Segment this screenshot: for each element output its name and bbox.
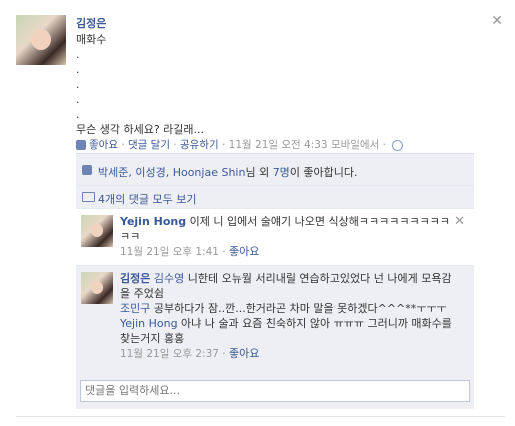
likes-suffix-end: 이 좋아합니다. — [289, 166, 358, 179]
post-author[interactable]: 김정은 — [76, 15, 106, 31]
comment-text: 김정은 김수영 니한테 오뉴월 서리내릴 연습하고있었다 넌 나에게 모욕감을 … — [120, 272, 452, 360]
comment-like-link[interactable]: 좋아요 — [229, 245, 259, 258]
post-line: . — [76, 63, 80, 76]
comment-body: 공부하다가 잠..깐...한거라곤 차마 말을 못하겠다^^^**ㅜㅜㅜ — [150, 302, 447, 315]
comment-link[interactable]: 댓글 달기 — [128, 139, 170, 151]
post-line: 매화수 — [76, 33, 107, 46]
commenter-avatar[interactable] — [81, 215, 113, 247]
comment-input[interactable] — [81, 381, 469, 399]
comment-like-link[interactable]: 좋아요 — [229, 347, 259, 360]
view-all-comments-link[interactable]: 4개의 댓글 모두 보기 — [98, 191, 196, 207]
like-thumb-icon — [76, 140, 86, 150]
comment-item: 김정은 김수영 니한테 오뉴월 서리내릴 연습하고있었다 넌 나에게 모욕감을 … — [76, 265, 474, 378]
mention-link[interactable]: Yejin Hong — [120, 317, 178, 330]
mention-link[interactable]: 조민구 — [120, 302, 150, 315]
like-thumb-icon — [82, 165, 92, 175]
others-link[interactable]: 7명 — [273, 166, 290, 179]
post-timestamp[interactable]: 11월 21일 오전 4:33 모바일에서 — [229, 139, 380, 151]
post-line: . — [76, 78, 80, 91]
like-link[interactable]: 좋아요 — [89, 139, 118, 151]
feedback-area: 박세준, 이성경, Hoonjae Shin님 외 7명이 좋아합니다. 4개의… — [76, 153, 474, 409]
globe-icon — [392, 139, 404, 151]
post-meta: 좋아요 · 댓글 달기 · 공유하기 · 11월 21일 오전 4:33 모바일… — [76, 137, 404, 152]
post-body: 매화수 . . . . . 무슨 생각 하세요? 라길래... — [76, 32, 204, 137]
post-line: . — [76, 48, 80, 61]
comment-bubble-icon — [82, 192, 95, 202]
post-avatar[interactable] — [16, 15, 66, 65]
comment-item: ✕ Yejin Hong 이제 니 입에서 술얘기 나오면 식상해ㅋㅋㅋㅋㅋㅋㅋ… — [76, 208, 474, 265]
likes-row: 박세준, 이성경, Hoonjae Shin님 외 7명이 좋아합니다. — [76, 153, 474, 185]
likers-link[interactable]: 박세준, 이성경, Hoonjae Shin — [98, 166, 245, 179]
likes-suffix: 님 외 — [245, 166, 273, 179]
comment-time[interactable]: 11월 21일 오후 1:41 — [120, 246, 219, 258]
share-link[interactable]: 공유하기 — [180, 139, 219, 151]
post-line: 무슨 생각 하세요? 라길래... — [76, 123, 205, 136]
view-all-comments[interactable]: 4개의 댓글 모두 보기 — [76, 185, 474, 208]
comment-box — [80, 380, 470, 402]
commenter-avatar[interactable] — [81, 272, 113, 304]
post-line: . — [76, 93, 80, 106]
commenter-name[interactable]: 김정은 — [120, 272, 150, 285]
comment-text: Yejin Hong 이제 니 입에서 술얘기 나오면 식상해ㅋㅋㅋㅋㅋㅋㅋㅋㅋ… — [120, 215, 450, 258]
mention-link[interactable]: 김수영 — [154, 272, 184, 285]
bottom-divider — [16, 416, 505, 417]
commenter-name[interactable]: Yejin Hong — [120, 215, 186, 228]
close-icon[interactable]: ✕ — [491, 13, 503, 29]
likes-summary: 박세준, 이성경, Hoonjae Shin님 외 7명이 좋아합니다. — [98, 164, 358, 180]
comment-time[interactable]: 11월 21일 오후 2:37 — [120, 348, 219, 360]
post-line: . — [76, 108, 80, 121]
